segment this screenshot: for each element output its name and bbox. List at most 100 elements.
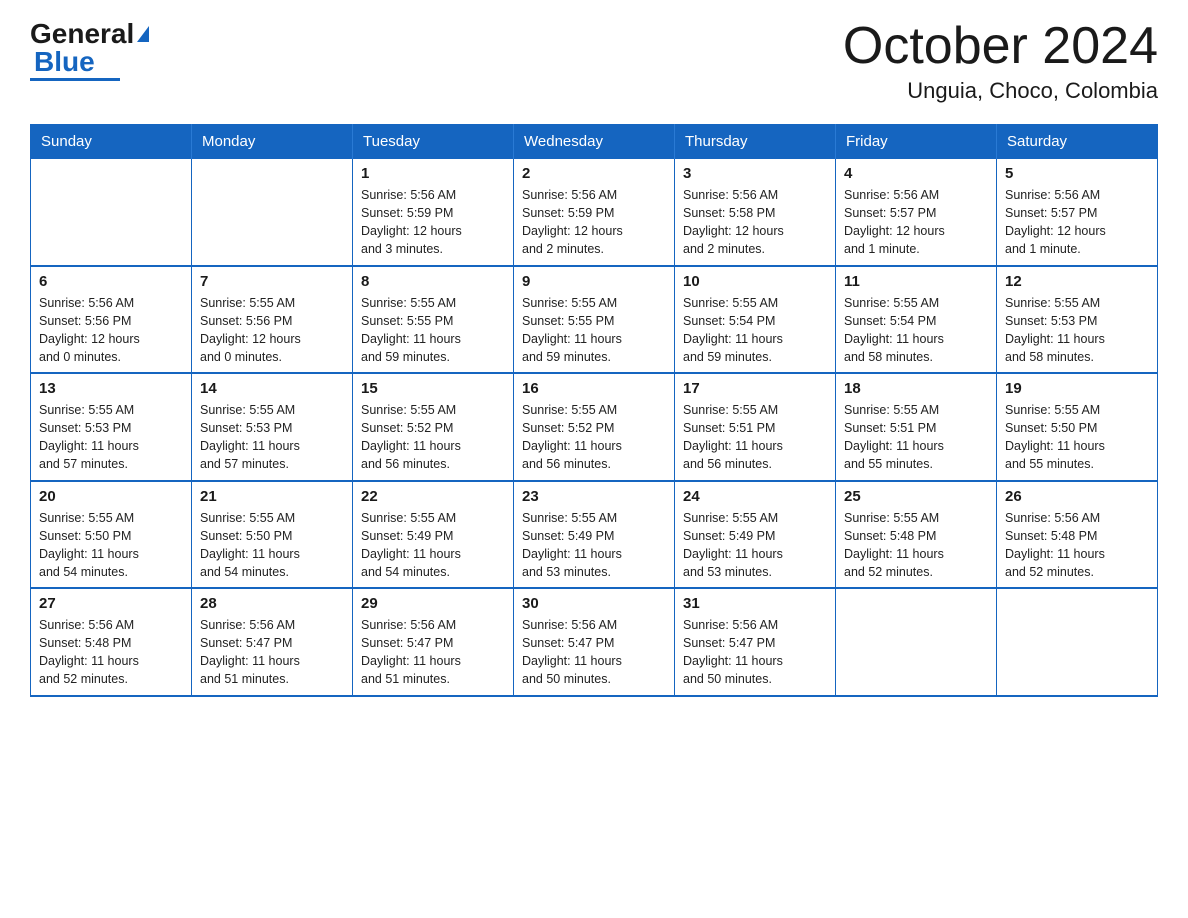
calendar-cell: 7 Sunrise: 5:55 AM Sunset: 5:56 PM Daylig… xyxy=(192,266,353,374)
calendar-cell: 21Sunrise: 5:55 AM Sunset: 5:50 PM Dayli… xyxy=(192,481,353,589)
calendar-cell: 29 Sunrise: 5:56 AM Sunset: 5:47 PM Dayli… xyxy=(353,588,514,696)
calendar-week-3: 13 Sunrise: 5:55 AM Sunset: 5:53 PM Dayli… xyxy=(31,373,1158,481)
calendar-cell: 5Sunrise: 5:56 AM Sunset: 5:57 PM Daylig… xyxy=(997,159,1158,266)
day-header-friday: Friday xyxy=(836,125,997,159)
logo-general-text: General xyxy=(30,20,134,48)
logo: General Blue xyxy=(30,20,149,81)
calendar-cell: 16 Sunrise: 5:55 AM Sunset: 5:52 PM Dayli… xyxy=(514,373,675,481)
day-number: 10 xyxy=(683,273,827,290)
day-header-wednesday: Wednesday xyxy=(514,125,675,159)
day-number: 29 xyxy=(361,595,505,612)
day-info: Sunrise: 5:55 AM Sunset: 5:49 PM Dayligh… xyxy=(361,509,505,582)
calendar-header-row: SundayMondayTuesdayWednesdayThursdayFrid… xyxy=(31,125,1158,159)
calendar-cell: 1Sunrise: 5:56 AM Sunset: 5:59 PM Daylig… xyxy=(353,159,514,266)
calendar-cell xyxy=(192,159,353,266)
calendar-cell: 2Sunrise: 5:56 AM Sunset: 5:59 PM Daylig… xyxy=(514,159,675,266)
day-number: 16 xyxy=(522,380,666,397)
day-info: Sunrise: 5:55 AM Sunset: 5:54 PM Dayligh… xyxy=(844,294,988,367)
day-number: 13 xyxy=(39,380,183,397)
day-number: 15 xyxy=(361,380,505,397)
day-info: Sunrise: 5:55 AM Sunset: 5:49 PM Dayligh… xyxy=(522,509,666,582)
calendar-cell: 8Sunrise: 5:55 AM Sunset: 5:55 PM Daylig… xyxy=(353,266,514,374)
calendar-week-5: 27 Sunrise: 5:56 AM Sunset: 5:48 PM Dayli… xyxy=(31,588,1158,696)
calendar-week-2: 6 Sunrise: 5:56 AM Sunset: 5:56 PM Daylig… xyxy=(31,266,1158,374)
page-header: General Blue October 2024 Unguia, Choco,… xyxy=(30,20,1158,104)
day-number: 18 xyxy=(844,380,988,397)
day-info: Sunrise: 5:55 AM Sunset: 5:48 PM Dayligh… xyxy=(844,509,988,582)
calendar-cell: 25 Sunrise: 5:55 AM Sunset: 5:48 PM Dayli… xyxy=(836,481,997,589)
calendar-week-1: 1Sunrise: 5:56 AM Sunset: 5:59 PM Daylig… xyxy=(31,159,1158,266)
day-number: 19 xyxy=(1005,380,1149,397)
day-info: Sunrise: 5:56 AM Sunset: 5:57 PM Dayligh… xyxy=(844,186,988,259)
day-number: 11 xyxy=(844,273,988,290)
day-info: Sunrise: 5:55 AM Sunset: 5:55 PM Dayligh… xyxy=(522,294,666,367)
calendar-cell: 28 Sunrise: 5:56 AM Sunset: 5:47 PM Dayli… xyxy=(192,588,353,696)
location-subtitle: Unguia, Choco, Colombia xyxy=(843,78,1158,104)
day-info: Sunrise: 5:55 AM Sunset: 5:53 PM Dayligh… xyxy=(39,401,183,474)
day-info: Sunrise: 5:55 AM Sunset: 5:52 PM Dayligh… xyxy=(522,401,666,474)
day-info: Sunrise: 5:56 AM Sunset: 5:58 PM Dayligh… xyxy=(683,186,827,259)
day-info: Sunrise: 5:55 AM Sunset: 5:50 PM Dayligh… xyxy=(39,509,183,582)
calendar-cell: 9 Sunrise: 5:55 AM Sunset: 5:55 PM Daylig… xyxy=(514,266,675,374)
calendar-week-4: 20 Sunrise: 5:55 AM Sunset: 5:50 PM Dayli… xyxy=(31,481,1158,589)
logo-underline xyxy=(30,78,120,81)
calendar-table: SundayMondayTuesdayWednesdayThursdayFrid… xyxy=(30,124,1158,697)
day-info: Sunrise: 5:55 AM Sunset: 5:54 PM Dayligh… xyxy=(683,294,827,367)
day-info: Sunrise: 5:55 AM Sunset: 5:53 PM Dayligh… xyxy=(1005,294,1149,367)
calendar-cell: 6 Sunrise: 5:56 AM Sunset: 5:56 PM Daylig… xyxy=(31,266,192,374)
day-number: 25 xyxy=(844,488,988,505)
day-number: 17 xyxy=(683,380,827,397)
calendar-cell: 11 Sunrise: 5:55 AM Sunset: 5:54 PM Dayli… xyxy=(836,266,997,374)
day-info: Sunrise: 5:55 AM Sunset: 5:51 PM Dayligh… xyxy=(844,401,988,474)
day-info: Sunrise: 5:56 AM Sunset: 5:47 PM Dayligh… xyxy=(683,616,827,689)
logo-blue-text: Blue xyxy=(34,48,95,76)
calendar-cell: 17 Sunrise: 5:55 AM Sunset: 5:51 PM Dayli… xyxy=(675,373,836,481)
calendar-cell: 26Sunrise: 5:56 AM Sunset: 5:48 PM Dayli… xyxy=(997,481,1158,589)
day-number: 27 xyxy=(39,595,183,612)
logo-triangle-icon xyxy=(137,26,149,42)
day-info: Sunrise: 5:56 AM Sunset: 5:59 PM Dayligh… xyxy=(522,186,666,259)
calendar-cell: 10 Sunrise: 5:55 AM Sunset: 5:54 PM Dayli… xyxy=(675,266,836,374)
calendar-cell: 15 Sunrise: 5:55 AM Sunset: 5:52 PM Dayli… xyxy=(353,373,514,481)
day-number: 7 xyxy=(200,273,344,290)
calendar-cell xyxy=(997,588,1158,696)
day-number: 20 xyxy=(39,488,183,505)
day-info: Sunrise: 5:56 AM Sunset: 5:47 PM Dayligh… xyxy=(200,616,344,689)
calendar-cell: 4Sunrise: 5:56 AM Sunset: 5:57 PM Daylig… xyxy=(836,159,997,266)
calendar-cell xyxy=(31,159,192,266)
calendar-cell: 31 Sunrise: 5:56 AM Sunset: 5:47 PM Dayli… xyxy=(675,588,836,696)
day-number: 23 xyxy=(522,488,666,505)
month-title: October 2024 xyxy=(843,20,1158,72)
day-header-sunday: Sunday xyxy=(31,125,192,159)
day-header-tuesday: Tuesday xyxy=(353,125,514,159)
day-header-thursday: Thursday xyxy=(675,125,836,159)
calendar-cell: 30Sunrise: 5:56 AM Sunset: 5:47 PM Dayli… xyxy=(514,588,675,696)
day-number: 12 xyxy=(1005,273,1149,290)
calendar-cell: 27 Sunrise: 5:56 AM Sunset: 5:48 PM Dayli… xyxy=(31,588,192,696)
day-info: Sunrise: 5:55 AM Sunset: 5:52 PM Dayligh… xyxy=(361,401,505,474)
day-info: Sunrise: 5:56 AM Sunset: 5:57 PM Dayligh… xyxy=(1005,186,1149,259)
day-info: Sunrise: 5:56 AM Sunset: 5:48 PM Dayligh… xyxy=(39,616,183,689)
calendar-cell: 14Sunrise: 5:55 AM Sunset: 5:53 PM Dayli… xyxy=(192,373,353,481)
calendar-cell xyxy=(836,588,997,696)
day-info: Sunrise: 5:55 AM Sunset: 5:50 PM Dayligh… xyxy=(1005,401,1149,474)
calendar-cell: 18 Sunrise: 5:55 AM Sunset: 5:51 PM Dayli… xyxy=(836,373,997,481)
calendar-cell: 19 Sunrise: 5:55 AM Sunset: 5:50 PM Dayli… xyxy=(997,373,1158,481)
day-number: 3 xyxy=(683,165,827,182)
day-number: 22 xyxy=(361,488,505,505)
day-header-monday: Monday xyxy=(192,125,353,159)
calendar-cell: 3 Sunrise: 5:56 AM Sunset: 5:58 PM Daylig… xyxy=(675,159,836,266)
day-info: Sunrise: 5:55 AM Sunset: 5:51 PM Dayligh… xyxy=(683,401,827,474)
day-number: 24 xyxy=(683,488,827,505)
day-number: 28 xyxy=(200,595,344,612)
day-number: 31 xyxy=(683,595,827,612)
day-info: Sunrise: 5:55 AM Sunset: 5:56 PM Dayligh… xyxy=(200,294,344,367)
day-number: 9 xyxy=(522,273,666,290)
day-info: Sunrise: 5:56 AM Sunset: 5:47 PM Dayligh… xyxy=(361,616,505,689)
day-info: Sunrise: 5:56 AM Sunset: 5:47 PM Dayligh… xyxy=(522,616,666,689)
day-info: Sunrise: 5:56 AM Sunset: 5:56 PM Dayligh… xyxy=(39,294,183,367)
day-info: Sunrise: 5:55 AM Sunset: 5:53 PM Dayligh… xyxy=(200,401,344,474)
day-number: 6 xyxy=(39,273,183,290)
calendar-cell: 23 Sunrise: 5:55 AM Sunset: 5:49 PM Dayli… xyxy=(514,481,675,589)
day-info: Sunrise: 5:55 AM Sunset: 5:55 PM Dayligh… xyxy=(361,294,505,367)
